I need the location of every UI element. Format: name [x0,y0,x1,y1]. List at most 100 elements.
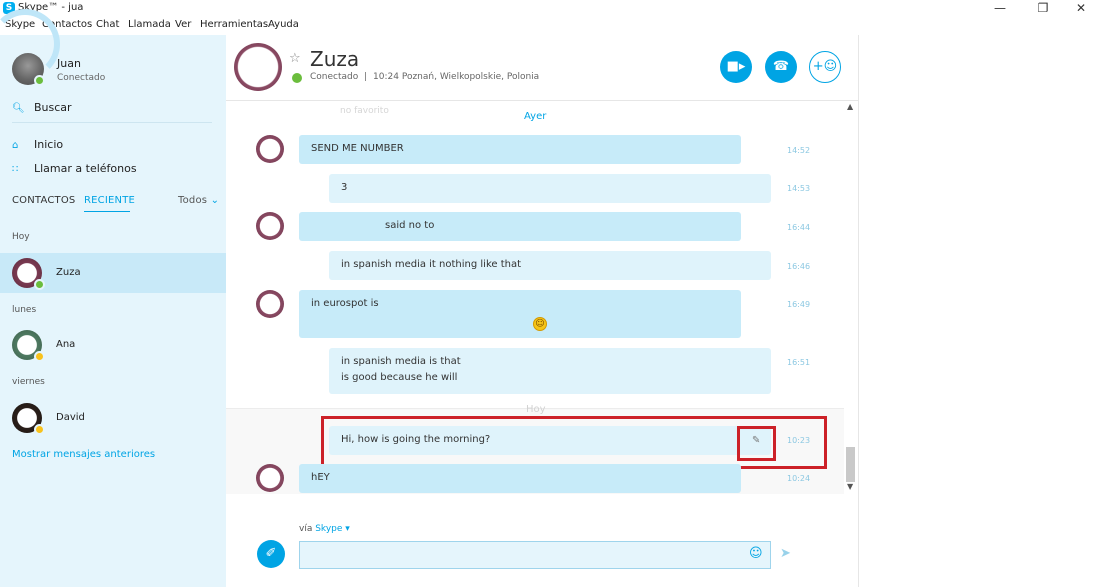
call-phones-label: Llamar a teléfonos [34,162,137,175]
paperclip-icon: ✐ [265,546,277,561]
filter-label: Todos [178,195,208,206]
voice-call-button[interactable]: ☎ [765,51,797,83]
avatar [256,212,284,240]
message-time: 14:53 [787,184,811,193]
filter-dropdown[interactable]: Todos ⌄ [178,195,219,206]
menu-view[interactable]: Ver [175,19,191,30]
avatar [256,464,284,492]
scroll-down-icon[interactable]: ▼ [847,482,853,491]
conversation: no favorito Ayer SEND ME NUMBER 14:52 3 … [226,102,858,494]
message-time: 14:52 [787,146,811,155]
message-time: 16:49 [787,300,811,309]
status-separator: | [364,72,368,82]
via-prefix: vía [299,524,313,534]
menu-call[interactable]: Llamada [128,19,171,30]
list-item[interactable]: David [0,398,226,438]
smile-emoji-icon: ☺ [533,317,547,331]
phone-icon: ☎ [772,59,790,74]
message-bubble: hEY [299,464,741,493]
scrollbar[interactable]: ▲ ▼ [844,102,858,494]
message-input[interactable] [299,541,771,569]
via-selector[interactable]: vía Skype ▾ [299,524,350,534]
scroll-thumb[interactable] [846,447,855,482]
add-people-button[interactable]: +☺ [809,51,841,83]
location-text: 10:24 Poznań, Wielkopolskie, Polonia [373,72,540,82]
annotation-highlight-box [737,426,776,461]
menu-chat[interactable]: Chat [96,19,119,30]
minimize-button[interactable]: — [985,0,1015,18]
profile-area[interactable]: Juan Conectado [0,9,226,87]
day-separator: Hoy [526,404,546,415]
message-bubble: in spanish media is that is good because… [329,348,771,394]
group-label: viernes [12,377,45,387]
video-camera-icon: ■▸ [726,59,746,74]
chevron-down-icon: ⌄ [210,195,220,206]
contact-status: Conectado | 10:24 Poznań, Wielkopolskie,… [310,72,539,82]
contact-title: Zuza [310,47,360,71]
restore-button[interactable]: ❐ [1028,0,1058,18]
contact-name: Zuza [56,267,81,278]
favorite-star-icon[interactable]: ☆ [289,51,301,66]
contact-tabs: CONTACTOS RECIENTE Todos ⌄ [12,195,222,212]
menu-tools[interactable]: Herramientas [200,19,268,30]
message-time: 16:51 [787,358,811,367]
home-label: Inicio [34,138,64,151]
emoticon-icon[interactable]: ☺ [749,546,763,561]
chat-header: ☆ Zuza Conectado | 10:24 Poznań, Wielkop… [226,35,858,101]
message-bubble: 3 [329,174,771,203]
message-line: in spanish media is that [341,356,461,367]
sidebar: Juan Conectado 🔍︎ Buscar ⌂ Inicio ∷ Llamar … [0,9,226,587]
add-person-icon: +☺ [812,59,838,74]
attach-button[interactable]: ✐ [257,540,285,568]
via-service: Skype [315,524,343,534]
search-button[interactable]: 🔍︎ Buscar [12,101,72,114]
group-label: lunes [12,305,37,315]
avatar [256,135,284,163]
home-icon: ⌂ [12,140,19,151]
faded-text: no favorito [340,106,389,116]
video-call-button[interactable]: ■▸ [720,51,752,83]
profile-status: Conectado [57,73,106,83]
list-item[interactable]: Zuza [0,253,226,293]
right-empty-pane [858,35,1100,587]
chat-pane: ☆ Zuza Conectado | 10:24 Poznań, Wielkop… [226,35,858,587]
compose-area: vía Skype ▾ ✐ ☺ ➤ [226,494,858,587]
sidebar-item-call-phones[interactable]: ∷ Llamar a teléfonos [12,162,137,175]
message-bubble: SEND ME NUMBER [299,135,741,164]
away-status-icon [34,351,45,362]
search-label: Buscar [34,101,72,114]
contact-name: David [56,412,85,423]
close-button[interactable]: ✕ [1066,0,1096,18]
scroll-up-icon[interactable]: ▲ [847,102,853,111]
menu-bar: Skype Contactos Chat Llamada Ver Herrami… [0,18,600,35]
chevron-down-icon: ▾ [345,524,350,534]
avatar[interactable] [234,43,282,91]
contact-name: Ana [56,339,76,350]
title-bar: S Skype™ - jua — ❐ ✕ [0,0,1100,18]
message-time: 10:24 [787,474,811,483]
avatar [256,290,284,318]
show-older-link[interactable]: Mostrar mensajes anteriores [12,449,155,460]
message-line: is good because he will [341,372,458,383]
group-label: Hoy [12,232,30,242]
away-status-icon [34,424,45,435]
message-bubble: in spanish media it nothing like that [329,251,771,280]
search-icon: 🔍︎ [12,103,25,114]
send-icon[interactable]: ➤ [780,546,791,561]
menu-help[interactable]: Ayuda [268,19,299,30]
tab-recent[interactable]: RECIENTE [84,195,135,206]
list-item[interactable]: Ana [0,325,226,365]
profile-name: Juan [57,57,81,70]
message-time: 16:46 [787,262,811,271]
online-status-icon [34,279,45,290]
tab-contacts[interactable]: CONTACTOS [12,195,75,206]
sidebar-item-home[interactable]: ⌂ Inicio [12,138,63,151]
status-text: Conectado [310,72,359,82]
tab-underline [84,211,130,212]
online-status-icon [292,73,302,83]
divider [12,122,212,123]
day-separator: Ayer [524,111,547,122]
message-time: 16:44 [787,223,811,232]
message-bubble: in eurospot is [299,290,741,338]
dialpad-icon: ∷ [12,164,19,175]
